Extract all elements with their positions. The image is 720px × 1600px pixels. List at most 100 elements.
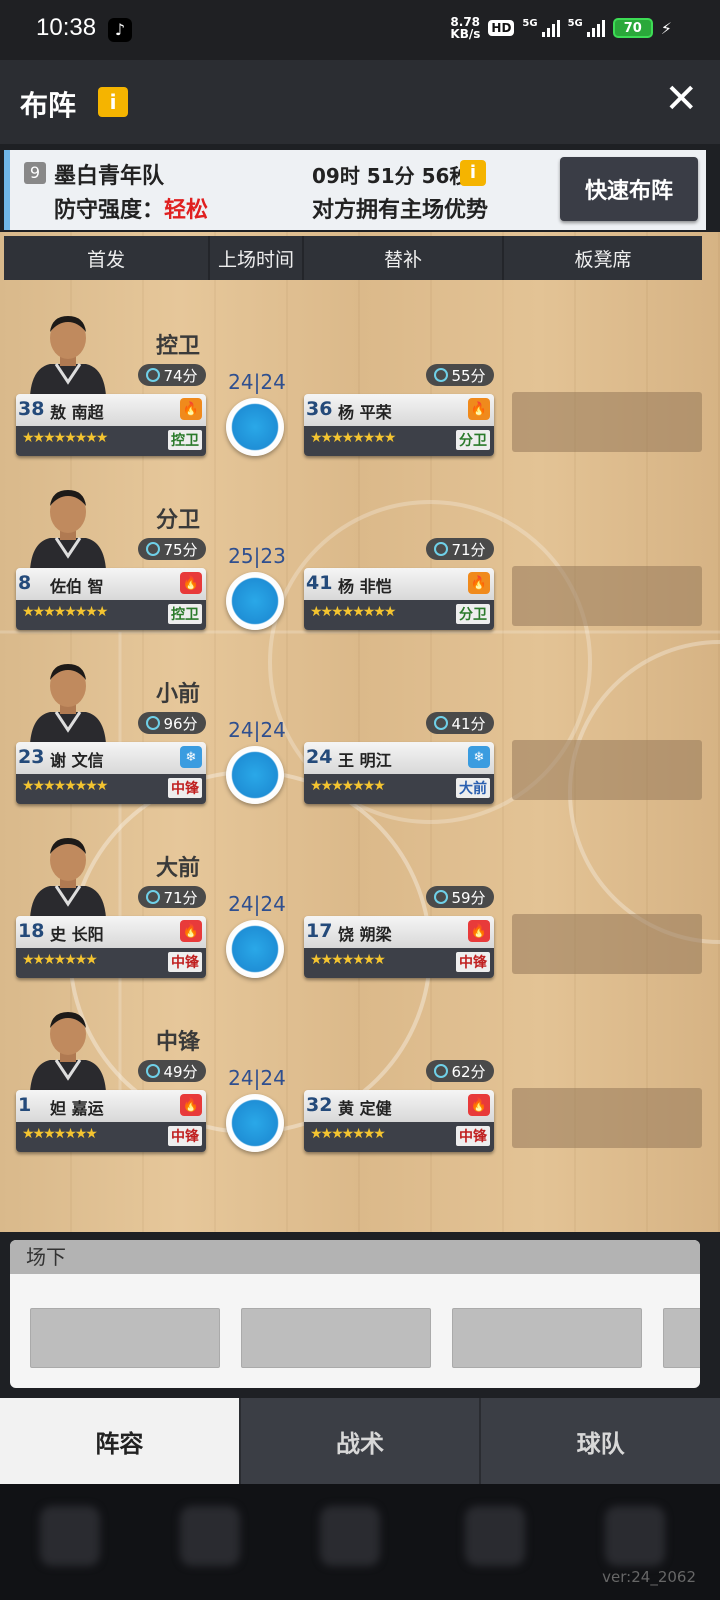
snowflake-icon: ❄: [180, 746, 202, 768]
blurred-icon: [180, 1506, 240, 1566]
playtime-split: 24|24: [228, 1066, 286, 1090]
player-portrait[interactable]: [20, 828, 116, 918]
offcourt-title: 场下: [10, 1240, 700, 1274]
bench-slot[interactable]: [512, 566, 702, 626]
jersey-number: 38: [18, 398, 45, 420]
player-name: 杨 非恺: [338, 577, 392, 596]
rating-stars: ★★★★★★★★: [22, 604, 108, 620]
minutes-badge: 96分: [138, 712, 206, 734]
bench-slot[interactable]: [512, 914, 702, 974]
position-tag: 大前: [456, 778, 490, 798]
bottom-tabs: 阵容 战术 球队: [0, 1398, 720, 1484]
player-portrait[interactable]: [20, 654, 116, 744]
playtime-slider-knob[interactable]: [226, 746, 284, 804]
col-starters: 首发: [4, 236, 210, 280]
playtime-slider-knob[interactable]: [226, 398, 284, 456]
flame-icon: 🔥: [180, 398, 202, 420]
playtime-slider-knob[interactable]: [226, 1094, 284, 1152]
clock-icon: [434, 368, 449, 382]
blurred-icon: [320, 1506, 380, 1566]
col-bench: 板凳席: [574, 248, 632, 271]
blurred-icon: [40, 1506, 100, 1566]
rating-stars: ★★★★★★★: [310, 778, 386, 794]
tab-team[interactable]: 球队: [479, 1398, 720, 1484]
flame-icon: 🔥: [468, 1094, 490, 1116]
sub-card[interactable]: 36 杨 平荣 🔥 ★★★★★★★★ 分卫: [304, 394, 494, 456]
col-playtime: 上场时间: [210, 236, 304, 280]
playtime-split: 25|23: [228, 544, 286, 568]
jersey-number: 32: [306, 1094, 333, 1116]
playtime-split: 24|24: [228, 718, 286, 742]
clock-icon: [146, 890, 161, 904]
tab-tactics[interactable]: 战术: [238, 1398, 480, 1484]
tab-lineup[interactable]: 阵容: [0, 1398, 239, 1484]
snowflake-icon: ❄: [468, 746, 490, 768]
quick-lineup-button[interactable]: 快速布阵: [560, 157, 698, 221]
jersey-number: 18: [18, 920, 45, 942]
player-portrait[interactable]: [20, 306, 116, 396]
minutes-badge: 49分: [138, 1060, 206, 1082]
bench-slot[interactable]: [512, 1088, 702, 1148]
sub-card[interactable]: 24 王 明江 ❄ ★★★★★★★ 大前: [304, 742, 494, 804]
offcourt-slot[interactable]: [241, 1308, 431, 1368]
sub-card[interactable]: 32 黄 定健 🔥 ★★★★★★★ 中锋: [304, 1090, 494, 1152]
starter-card[interactable]: 8 佐伯 智 🔥 ★★★★★★★★ 控卫: [16, 568, 206, 630]
flame-icon: 🔥: [468, 398, 490, 420]
clock: 10:38: [36, 14, 97, 41]
starter-card[interactable]: 23 谢 文信 ❄ ★★★★★★★★ 中锋: [16, 742, 206, 804]
clock-icon: [434, 716, 449, 730]
position-label: 小前: [156, 682, 201, 707]
position-label: 控卫: [156, 334, 201, 359]
opponent-level-badge: 9: [24, 162, 46, 184]
player-portrait[interactable]: [20, 1002, 116, 1092]
minutes-badge: 62分: [426, 1060, 494, 1082]
minutes-badge: 59分: [426, 886, 494, 908]
player-name: 史 长阳: [50, 925, 104, 944]
minutes-badge: 75分: [138, 538, 206, 560]
sub-card[interactable]: 17 饶 朔梁 🔥 ★★★★★★★ 中锋: [304, 916, 494, 978]
player-portrait[interactable]: [20, 480, 116, 570]
page-title: 布阵: [20, 89, 77, 122]
offcourt-slot[interactable]: [663, 1308, 700, 1368]
opponent-panel: 9 墨白青年队 防守强度：轻松 09时 51分 56秒 i 对方拥有主场优势 快…: [4, 150, 706, 230]
starter-card[interactable]: 38 敖 南超 🔥 ★★★★★★★★ 控卫: [16, 394, 206, 456]
defense-strength: 防守强度：轻松: [54, 198, 209, 223]
offcourt-slot[interactable]: [30, 1308, 220, 1368]
flame-icon: 🔥: [468, 572, 490, 594]
rating-stars: ★★★★★★★★: [310, 604, 396, 620]
playtime-split: 24|24: [228, 892, 286, 916]
player-name: 妲 嘉运: [50, 1099, 104, 1118]
player-name: 敖 南超: [50, 403, 104, 422]
bench-slot[interactable]: [512, 392, 702, 452]
network-type-2: 5G: [567, 17, 583, 29]
opponent-name: 墨白青年队: [54, 164, 165, 189]
info-icon[interactable]: i: [98, 87, 128, 117]
flame-icon: 🔥: [468, 920, 490, 942]
jersey-number: 36: [306, 398, 333, 420]
jersey-number: 1: [18, 1094, 32, 1116]
clock-icon: [146, 368, 161, 382]
close-icon[interactable]: ✕: [664, 76, 698, 122]
rating-stars: ★★★★★★★★: [310, 430, 396, 446]
sub-card[interactable]: 41 杨 非恺 🔥 ★★★★★★★★ 分卫: [304, 568, 494, 630]
position-label: 中锋: [156, 1030, 201, 1055]
bench-slot[interactable]: [512, 740, 702, 800]
starter-card[interactable]: 1 妲 嘉运 🔥 ★★★★★★★ 中锋: [16, 1090, 206, 1152]
playtime-slider-knob[interactable]: [226, 572, 284, 630]
minutes-badge: 74分: [138, 364, 206, 386]
column-headers: 首发 上场时间 替补 板凳席: [4, 236, 702, 280]
rating-stars: ★★★★★★★: [310, 1126, 386, 1142]
playtime-slider-knob[interactable]: [226, 920, 284, 978]
clock-icon: [146, 716, 161, 730]
jersey-number: 23: [18, 746, 45, 768]
offcourt-slot[interactable]: [452, 1308, 642, 1368]
position-tag: 分卫: [456, 430, 490, 450]
network-speed: 8.78 KB/s: [450, 15, 481, 41]
hd-voice-icon: HD: [488, 20, 515, 36]
jersey-number: 41: [306, 572, 333, 594]
clock-icon: [146, 542, 161, 556]
position-tag: 控卫: [168, 604, 202, 624]
starter-card[interactable]: 18 史 长阳 🔥 ★★★★★★★ 中锋: [16, 916, 206, 978]
position-tag: 分卫: [456, 604, 490, 624]
timer-info-icon[interactable]: i: [460, 160, 486, 186]
